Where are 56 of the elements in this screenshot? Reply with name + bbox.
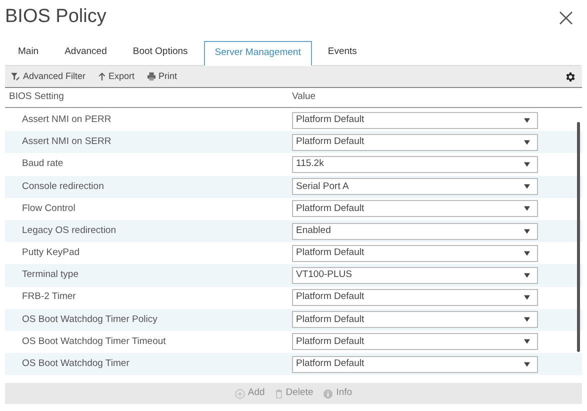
tab[interactable]: Server Management	[204, 41, 312, 66]
setting-label: Assert NMI on SERR	[21, 135, 112, 150]
value-dropdown[interactable]: Platform Default	[292, 333, 538, 350]
trash-icon	[274, 388, 283, 398]
caret-icon	[524, 162, 530, 167]
value-dropdown[interactable]: 115.2k	[292, 156, 538, 173]
toolbar-button[interactable]: Advanced Filter	[11, 70, 86, 84]
caret-icon	[524, 228, 530, 234]
tab[interactable]: Events	[318, 40, 367, 65]
value-dropdown[interactable]: Platform Default	[292, 311, 538, 328]
caret-icon	[524, 184, 530, 190]
value-dropdown[interactable]: Platform Default	[292, 200, 538, 218]
scrollbar[interactable]	[577, 122, 580, 352]
setting-label: Baud rate	[21, 157, 64, 172]
filter-icon	[11, 72, 20, 81]
plus-circle-icon	[234, 388, 245, 398]
value-dropdown[interactable]: Platform Default	[292, 356, 538, 373]
tab[interactable]: Advanced	[54, 40, 117, 65]
caret-icon	[524, 250, 530, 256]
setting-label: OS Boot Watchdog Timer Policy	[21, 312, 158, 327]
tab[interactable]: Main	[8, 40, 49, 65]
setting-label: Putty KeyPad	[21, 246, 81, 260]
value-dropdown[interactable]: Platform Default	[292, 112, 538, 129]
caret-icon	[524, 317, 530, 322]
arrow-up-icon	[98, 72, 106, 81]
setting-label: FRB-2 Timer	[21, 290, 77, 304]
value-dropdown[interactable]: Platform Default	[292, 289, 538, 306]
window-title: BIOS Policy	[5, 5, 106, 30]
setting-label: Terminal type	[21, 268, 80, 282]
value-dropdown[interactable]: Enabled	[292, 222, 538, 240]
caret-icon	[524, 362, 530, 367]
value-dropdown[interactable]: VT100-PLUS	[292, 266, 538, 284]
caret-icon	[524, 118, 530, 123]
close-icon[interactable]	[559, 10, 573, 24]
value-dropdown[interactable]: Platform Default	[292, 244, 538, 262]
settings-icon[interactable]	[564, 70, 576, 82]
value-dropdown[interactable]: Platform Default	[292, 134, 538, 151]
column-header: BIOS Setting	[8, 90, 65, 104]
caret-icon	[524, 272, 530, 278]
printer-icon	[146, 72, 156, 81]
setting-label: Legacy OS redirection	[21, 224, 117, 238]
caret-icon	[524, 339, 530, 344]
toolbar-button[interactable]: Export	[98, 70, 135, 84]
setting-label: OS Boot Watchdog Timer Timeout	[21, 334, 167, 349]
setting-label: Assert NMI on PERR	[21, 112, 112, 127]
info-icon	[323, 388, 334, 398]
caret-icon	[524, 295, 530, 300]
toolbar-button[interactable]: Print	[146, 70, 178, 84]
caret-icon	[524, 140, 530, 145]
tab[interactable]: Boot Options	[122, 40, 198, 65]
column-header: Value	[292, 90, 316, 104]
setting-label: Flow Control	[21, 202, 76, 216]
setting-label: Console redirection	[21, 180, 105, 194]
setting-label: OS Boot Watchdog Timer	[21, 357, 130, 372]
caret-icon	[524, 206, 530, 212]
value-dropdown[interactable]: Serial Port A	[292, 178, 538, 196]
